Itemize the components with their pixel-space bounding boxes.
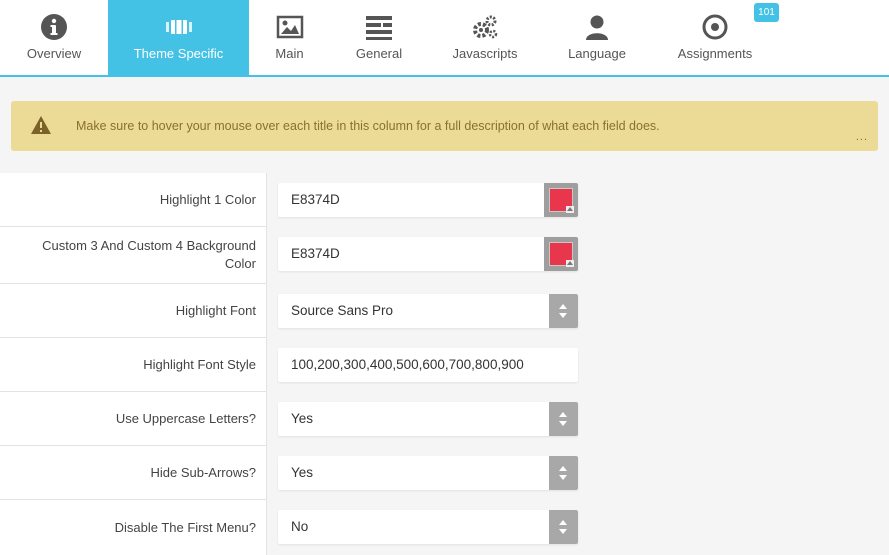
info-alert: Make sure to hover your mouse over each … bbox=[11, 101, 878, 151]
color-value: E8374D bbox=[291, 246, 340, 261]
caret-up-icon bbox=[566, 260, 574, 267]
theme-columns-icon bbox=[165, 20, 192, 34]
tab-bar: Overview Theme Specific Main General Jav… bbox=[0, 0, 889, 77]
select-value: Yes bbox=[291, 411, 314, 426]
user-icon bbox=[586, 15, 608, 40]
tab-main[interactable]: Main bbox=[249, 0, 330, 75]
text-value: 100,200,300,400,500,600,700,800,900 bbox=[291, 357, 524, 372]
tab-main-label: Main bbox=[275, 46, 304, 61]
field-label-highlight-font-style[interactable]: Highlight Font Style bbox=[0, 338, 266, 392]
tab-assignments-label: Assignments bbox=[677, 46, 753, 61]
custom-background-color-input[interactable]: E8374D bbox=[278, 237, 578, 271]
select-value: No bbox=[291, 519, 309, 534]
tab-overview[interactable]: Overview bbox=[0, 0, 108, 75]
updown-arrows-icon[interactable] bbox=[549, 294, 578, 328]
highlight-font-style-input[interactable]: 100,200,300,400,500,600,700,800,900 bbox=[278, 348, 578, 382]
alert-more-link[interactable]: ... bbox=[856, 131, 868, 143]
settings-form: Highlight 1 Color Custom 3 And Custom 4 … bbox=[0, 173, 889, 555]
info-icon bbox=[41, 14, 67, 40]
alert-message: Make sure to hover your mouse over each … bbox=[76, 119, 660, 133]
tab-general[interactable]: General bbox=[330, 0, 428, 75]
select-value: Yes bbox=[291, 465, 314, 480]
color-picker-button[interactable] bbox=[544, 237, 578, 271]
field-label-uppercase-letters[interactable]: Use Uppercase Letters? bbox=[0, 392, 266, 446]
tab-theme-specific[interactable]: Theme Specific bbox=[108, 0, 249, 75]
field-label-custom-background-color[interactable]: Custom 3 And Custom 4 Background Color bbox=[0, 227, 266, 284]
labels-column: Highlight 1 Color Custom 3 And Custom 4 … bbox=[0, 173, 267, 555]
tab-javascripts[interactable]: Javascripts bbox=[428, 0, 542, 75]
hide-sub-arrows-select[interactable]: Yes bbox=[278, 456, 578, 490]
highlight-1-color-input[interactable]: E8374D bbox=[278, 183, 578, 217]
assignments-count-badge: 101 bbox=[754, 3, 779, 22]
field-label-highlight-1-color[interactable]: Highlight 1 Color bbox=[0, 173, 266, 227]
field-label-highlight-font[interactable]: Highlight Font bbox=[0, 284, 266, 338]
gears-icon bbox=[473, 15, 498, 39]
tab-theme-specific-label: Theme Specific bbox=[133, 46, 224, 61]
field-label-hide-sub-arrows[interactable]: Hide Sub-Arrows? bbox=[0, 446, 266, 500]
disable-first-menu-select[interactable]: No bbox=[278, 510, 578, 544]
color-value: E8374D bbox=[291, 192, 340, 207]
field-label-disable-first-menu[interactable]: Disable The First Menu? bbox=[0, 500, 266, 555]
tab-language-label: Language bbox=[568, 46, 626, 61]
tab-overview-label: Overview bbox=[26, 46, 82, 61]
tab-language[interactable]: Language bbox=[542, 0, 652, 75]
tab-javascripts-label: Javascripts bbox=[452, 46, 518, 61]
caret-up-icon bbox=[566, 206, 574, 213]
warning-icon bbox=[31, 116, 51, 134]
updown-arrows-icon[interactable] bbox=[549, 456, 578, 490]
updown-arrows-icon[interactable] bbox=[549, 402, 578, 436]
list-lines-icon bbox=[366, 16, 392, 40]
updown-arrows-icon[interactable] bbox=[549, 510, 578, 544]
image-icon bbox=[276, 15, 303, 39]
color-picker-button[interactable] bbox=[544, 183, 578, 217]
select-value: Source Sans Pro bbox=[291, 303, 394, 318]
tab-general-label: General bbox=[355, 46, 403, 61]
uppercase-letters-select[interactable]: Yes bbox=[278, 402, 578, 436]
target-icon bbox=[702, 14, 728, 40]
highlight-font-select[interactable]: Source Sans Pro bbox=[278, 294, 578, 328]
